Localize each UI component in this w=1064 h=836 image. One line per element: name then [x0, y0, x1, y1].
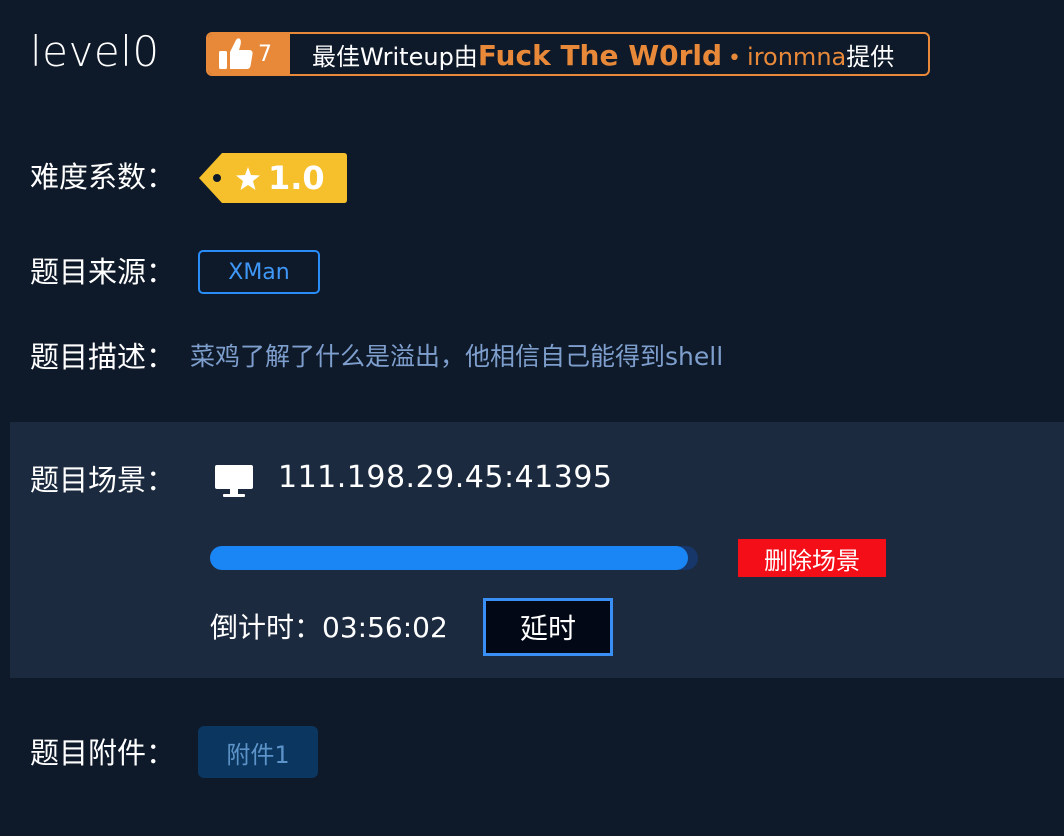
- scene-label: 题目场景：: [30, 463, 176, 497]
- like-counter[interactable]: 7: [208, 34, 290, 74]
- source-label: 题目来源：: [30, 255, 176, 289]
- writeup-prefix: 最佳Writeup由: [312, 42, 478, 71]
- thumbs-up-icon: [219, 38, 253, 69]
- challenge-title: level0: [30, 27, 160, 76]
- description-label: 题目描述：: [30, 340, 176, 374]
- countdown: 倒计时：03:56:02: [210, 608, 448, 648]
- writeup-suffix: 提供: [846, 42, 895, 71]
- monitor-icon: [215, 465, 253, 497]
- writeup-separator: •: [728, 45, 742, 71]
- writeup-credit: 最佳Writeup由Fuck The W0rld • ironmna提供: [290, 37, 894, 72]
- best-writeup-badge[interactable]: 7 最佳Writeup由Fuck The W0rld • ironmna提供: [206, 32, 930, 76]
- difficulty-label: 难度系数：: [30, 160, 176, 194]
- extend-time-button[interactable]: 延时: [483, 598, 613, 656]
- star-icon: [236, 167, 260, 190]
- countdown-value: 03:56:02: [322, 611, 448, 644]
- writeup-team[interactable]: Fuck The W0rld: [478, 39, 722, 72]
- scene-progress-fill: [210, 546, 689, 570]
- delete-scene-button[interactable]: 删除场景: [738, 539, 886, 577]
- difficulty-tag: 1.0: [198, 152, 348, 204]
- scene-panel: 题目场景： 111.198.29.45:41395 删除场景 倒计时：03:56…: [10, 422, 1064, 678]
- challenge-detail: level0 7 最佳Writeup由Fuck The W0rld • ironmn…: [0, 0, 1064, 836]
- difficulty-value: 1.0: [268, 159, 325, 197]
- attachment-label: 题目附件：: [30, 736, 176, 770]
- like-count: 7: [258, 41, 272, 67]
- source-tag[interactable]: XMan: [198, 250, 320, 294]
- description-text: 菜鸡了解了什么是溢出，他相信自己能得到shell: [190, 342, 724, 371]
- scene-address[interactable]: 111.198.29.45:41395: [278, 458, 613, 498]
- countdown-label: 倒计时：: [210, 611, 323, 644]
- writeup-user[interactable]: ironmna: [747, 43, 846, 71]
- attachment-button[interactable]: 附件1: [198, 726, 318, 778]
- scene-progress-bar: [210, 546, 698, 570]
